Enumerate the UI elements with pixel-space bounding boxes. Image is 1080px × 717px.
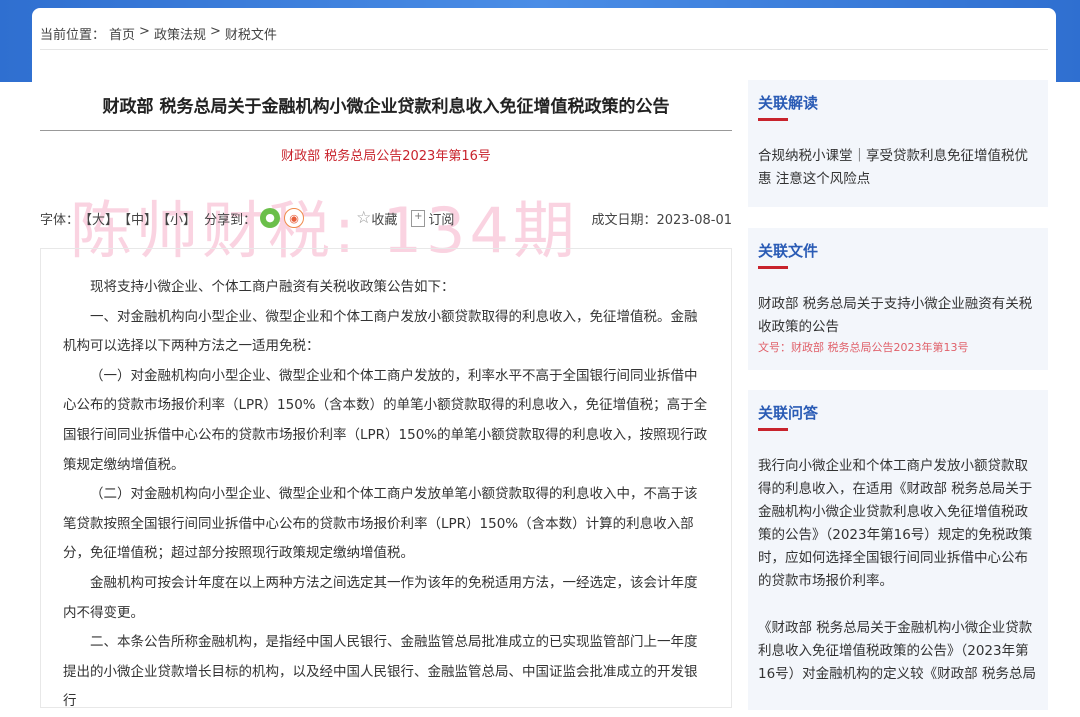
font-large-button[interactable]: 【大】 [79,209,118,228]
publish-date: 成文日期：2023-08-01 [591,212,732,228]
breadcrumb-label: 当前位置： [40,28,106,43]
panel-heading: 关联问答 [758,402,1038,431]
paragraph: 现将支持小微企业、个体工商户融资有关税收政策公告如下： [90,279,455,295]
favorite-button[interactable]: 收藏 [371,209,397,228]
breadcrumb-policy[interactable]: 政策法规 [154,24,206,43]
paragraph: 一、对金融机构向小型企业、微型企业和个体工商户发放小额贷款取得的利息收入，免征增… [63,308,698,355]
panel-heading: 关联解读 [758,92,1038,121]
related-doc-number: 文号：财政部 税务总局公告2023年第13号 [758,341,969,354]
title-divider [40,130,732,131]
qa-link[interactable]: 《财政部 税务总局关于金融机构小微企业贷款利息收入免征增值税政策的公告》（202… [758,617,1038,686]
breadcrumb: 当前位置： 首页 > 政策法规 > 财税文件 [40,24,277,43]
breadcrumb-home[interactable]: 首页 [109,24,135,43]
related-link[interactable]: 合规纳税小课堂｜享受贷款利息免征增值税优惠 注意这个风险点 [758,145,1038,191]
page-title: 财政部 税务总局关于金融机构小微企业贷款利息收入免征增值税政策的公告 [102,97,670,117]
wechat-share-icon[interactable]: ● [260,208,281,228]
article-toolbar: 字体： 【大】 【中】 【小】 分享到： ● ◉ ☆ 收藏 + 订阅 成文日期：… [40,208,732,228]
document-number: 财政部 税务总局公告2023年第16号 [281,149,491,164]
article-body: 现将支持小微企业、个体工商户融资有关税收政策公告如下： 一、对金融机构向小型企业… [40,248,732,709]
breadcrumb-separator: > [209,24,221,39]
divider [40,49,1048,50]
paragraph: 二、本条公告所称金融机构，是指经中国人民银行、金融监管总局批准成立的已实现监管部… [63,634,698,710]
related-interpretation-panel: 关联解读 合规纳税小课堂｜享受贷款利息免征增值税优惠 注意这个风险点 [748,80,1048,207]
share-label: 分享到： [204,212,257,228]
breadcrumb-tax-docs[interactable]: 财税文件 [225,24,277,43]
related-link[interactable]: 财政部 税务总局关于支持小微企业融资有关税收政策的公告 [758,293,1038,339]
subscribe-icon[interactable]: + [411,209,426,227]
related-qa-panel: 关联问答 我行向小微企业和个体工商户发放小额贷款取得的利息收入，在适用《财政部 … [748,390,1048,710]
font-small-button[interactable]: 【小】 [157,209,196,228]
breadcrumb-separator: > [139,24,150,39]
paragraph: （一）对金融机构向小型企业、微型企业和个体工商户发放的，利率水平不高于全国银行间… [63,367,708,473]
panel-heading: 关联文件 [758,240,1038,269]
font-size-label: 字体： [40,212,80,228]
weibo-share-icon[interactable]: ◉ [284,208,305,228]
font-medium-button[interactable]: 【中】 [118,209,157,228]
qa-link[interactable]: 我行向小微企业和个体工商户发放小额贷款取得的利息收入，在适用《财政部 税务总局关… [758,455,1038,593]
related-files-panel: 关联文件 财政部 税务总局关于支持小微企业融资有关税收政策的公告 文号：财政部 … [748,228,1048,370]
subscribe-button[interactable]: 订阅 [428,209,454,228]
paragraph: （二）对金融机构向小型企业、微型企业和个体工商户发放单笔小额贷款取得的利息收入中… [63,486,698,562]
star-icon[interactable]: ☆ [356,208,371,228]
paragraph: 金融机构可按会计年度在以上两种方法之间选定其一作为该年的免税适用方法，一经选定，… [63,574,698,621]
